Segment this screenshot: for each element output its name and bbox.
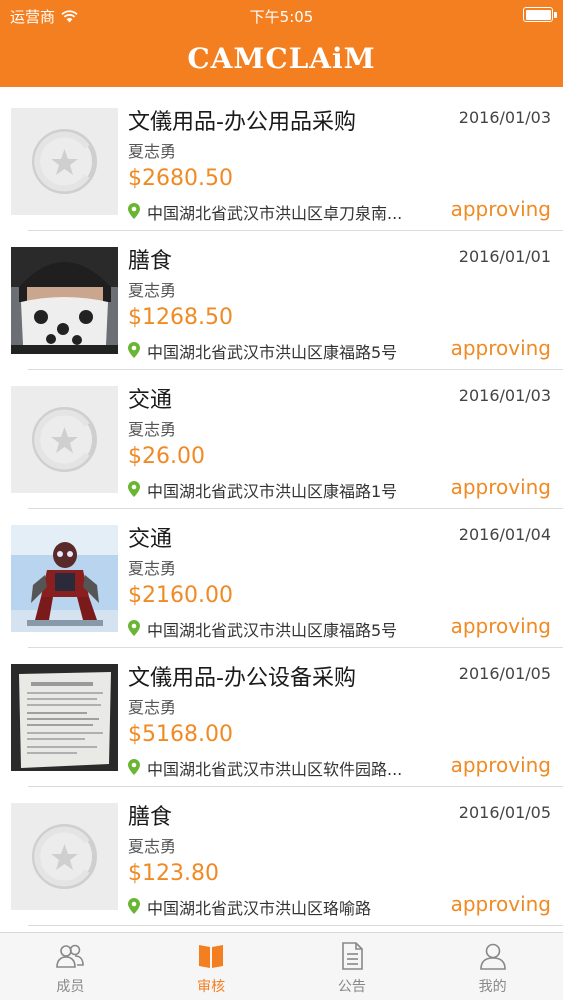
claim-person: 夏志勇 [128,281,177,300]
claim-title: 文儀用品-办公用品采购 [128,110,356,135]
tab-review[interactable]: 审核 [141,933,282,1000]
claim-person: 夏志勇 [128,420,177,439]
location-pin-icon [128,898,140,914]
claim-amount: $26.00 [128,444,205,469]
status-time: 下午5:05 [249,8,314,26]
claim-row[interactable]: 膳食 2016/01/01 夏志勇 $1268.50 中国湖北省武汉市洪山区康福… [0,231,563,370]
claim-date: 2016/01/05 [458,803,551,822]
claim-date: 2016/01/01 [458,247,551,266]
review-icon [199,945,224,968]
claim-title: 膳食 [128,805,173,830]
claim-status: approving [450,892,551,916]
claim-location: 中国湖北省武汉市洪山区软件园路... [147,760,403,779]
claim-person: 夏志勇 [128,837,177,856]
claim-list: 文儀用品-办公用品采购 2016/01/03 夏志勇 $2680.50 中国湖北… [0,92,563,926]
claim-person: 夏志勇 [128,142,177,161]
claim-date: 2016/01/04 [458,525,551,544]
claim-location: 中国湖北省武汉市洪山区康福路5号 [147,343,398,362]
members-icon [56,944,85,968]
location-pin-icon [128,342,140,358]
claim-status: approving [450,197,551,221]
tab-bar: 成员 审核 公告 我的 [0,932,563,1000]
photo-receipt-thumbnail [11,664,118,771]
claim-location: 中国湖北省武汉市洪山区康福路1号 [147,482,398,501]
claim-row[interactable]: 膳食 2016/01/05 夏志勇 $123.80 中国湖北省武汉市洪山区珞喻路… [0,787,563,926]
claim-row[interactable]: 交通 2016/01/04 夏志勇 $2160.00 中国湖北省武汉市洪山区康福… [0,509,563,648]
claim-location: 中国湖北省武汉市洪山区珞喻路 [147,899,372,918]
status-bar: 运营商 下午5:05 [0,0,563,30]
claim-title: 交通 [128,527,173,552]
claim-amount: $2680.50 [128,166,233,191]
claim-title: 文儀用品-办公设备采购 [128,666,356,691]
tab-label: 公告 [337,979,366,995]
claim-location: 中国湖北省武汉市洪山区卓刀泉南... [147,204,403,223]
app-header: 运营商 下午5:05 CAMCLAiM [0,0,563,87]
location-pin-icon [128,759,140,775]
claim-amount: $2160.00 [128,583,233,608]
claim-row[interactable]: 交通 2016/01/03 夏志勇 $26.00 中国湖北省武汉市洪山区康福路1… [0,370,563,509]
claim-person: 夏志勇 [128,559,177,578]
claim-amount: $1268.50 [128,305,233,330]
claim-amount: $123.80 [128,861,219,886]
claim-row[interactable]: 文儀用品-办公设备采购 2016/01/05 夏志勇 $5168.00 中国湖北… [0,648,563,787]
claim-date: 2016/01/03 [458,386,551,405]
photo-robot-figure-thumbnail [11,525,118,632]
claim-status: approving [450,614,551,638]
claim-row[interactable]: 文儀用品-办公用品采购 2016/01/03 夏志勇 $2680.50 中国湖北… [0,92,563,231]
claim-person: 夏志勇 [128,698,177,717]
claim-status: approving [450,475,551,499]
notice-icon [342,942,363,970]
claim-title: 膳食 [128,249,173,274]
claim-title: 交通 [128,388,173,413]
row-divider [28,925,563,926]
battery-icon [523,7,557,22]
tab-notice[interactable]: 公告 [282,933,423,1000]
profile-icon [479,943,506,970]
location-pin-icon [128,620,140,636]
claim-status: approving [450,753,551,777]
location-pin-icon [128,481,140,497]
tab-profile[interactable]: 我的 [422,933,563,1000]
placeholder-logo-thumbnail [11,108,118,215]
claim-amount: $5168.00 [128,722,233,747]
placeholder-logo-thumbnail [11,803,118,910]
claim-date: 2016/01/03 [458,108,551,127]
tab-label: 成员 [56,979,85,995]
placeholder-logo-thumbnail [11,386,118,493]
tab-members[interactable]: 成员 [0,933,141,1000]
tab-label: 审核 [197,979,226,995]
claim-date: 2016/01/05 [458,664,551,683]
app-title: CAMCLAiM [187,42,376,75]
tab-label: 我的 [478,979,507,995]
claim-status: approving [450,336,551,360]
claim-location: 中国湖北省武汉市洪山区康福路5号 [147,621,398,640]
photo-person-mask-thumbnail [11,247,118,354]
location-pin-icon [128,203,140,219]
